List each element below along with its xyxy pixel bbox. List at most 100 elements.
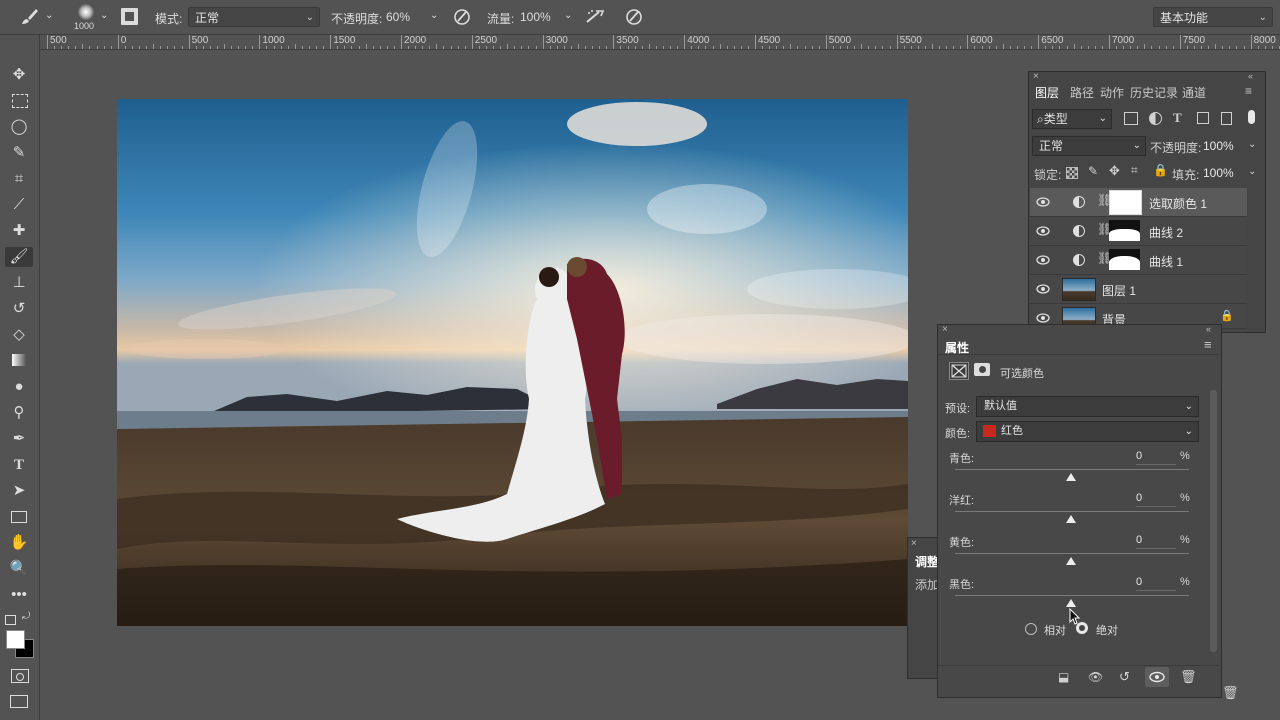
layer-mask-thumbnail[interactable]	[1109, 190, 1142, 215]
adjustment-properties-icon[interactable]	[949, 362, 969, 380]
eye-icon[interactable]	[1036, 311, 1050, 325]
eye-icon[interactable]	[1036, 224, 1050, 238]
blend-mode-select[interactable]: 正常 ⌄	[1032, 136, 1146, 156]
tool-preset-chevron-icon[interactable]: ⌄	[45, 10, 53, 21]
mask-properties-icon[interactable]	[974, 363, 990, 376]
filter-toggle-icon[interactable]	[1248, 110, 1255, 124]
relative-label[interactable]: 相对	[1044, 622, 1066, 638]
tab-actions[interactable]: 动作	[1100, 84, 1124, 101]
cyan-value-input[interactable]: 0	[1136, 450, 1176, 465]
brush-panel-toggle-icon[interactable]	[121, 8, 138, 25]
path-selection-tool-icon[interactable]: ➤	[9, 481, 29, 501]
magenta-slider-track[interactable]	[955, 511, 1189, 512]
eraser-tool-icon[interactable]: ◇	[9, 325, 29, 345]
brush-tool-icon[interactable]: 🖌	[5, 247, 33, 267]
filter-smartobject-icon[interactable]	[1221, 112, 1232, 125]
foreground-color-swatch[interactable]	[6, 630, 25, 649]
screen-mode-icon[interactable]	[10, 695, 28, 708]
layer-name[interactable]: 曲线 2	[1149, 224, 1183, 241]
layer-name[interactable]: 曲线 1	[1149, 253, 1183, 270]
opacity-chevron-icon[interactable]: ⌄	[430, 10, 438, 21]
yellow-slider-track[interactable]	[955, 553, 1189, 554]
panel-menu-icon[interactable]: ≡	[1245, 84, 1252, 98]
absolute-radio[interactable]	[1076, 622, 1088, 634]
zoom-tool-icon[interactable]: 🔍	[9, 559, 29, 579]
layer-name[interactable]: 选取颜色 1	[1149, 195, 1207, 212]
cyan-slider-track[interactable]	[955, 469, 1189, 470]
swap-colors-icon[interactable]: ⤾	[22, 611, 30, 622]
flow-chevron-icon[interactable]: ⌄	[564, 10, 572, 21]
mode-select[interactable]: 正常 ⌄	[188, 7, 320, 27]
delete-icon[interactable]: 🗑	[1180, 669, 1197, 685]
tab-paths[interactable]: 路径	[1070, 84, 1094, 101]
lock-transparency-icon[interactable]	[1066, 167, 1078, 179]
chevron-down-icon[interactable]: ⌄	[1248, 139, 1256, 150]
panel-menu-icon[interactable]: ≡	[1204, 337, 1212, 352]
brush-preset-picker[interactable]: 1000	[70, 2, 102, 32]
tab-history[interactable]: 历史记录	[1130, 84, 1178, 101]
magenta-value-input[interactable]: 0	[1136, 492, 1176, 507]
reset-icon[interactable]: ↺	[1119, 669, 1130, 685]
close-icon[interactable]: ×	[942, 324, 948, 335]
pressure-size-icon[interactable]	[624, 8, 644, 26]
layer-thumbnail[interactable]	[1062, 278, 1096, 301]
pen-tool-icon[interactable]: ✒	[9, 429, 29, 449]
marquee-tool-icon[interactable]	[9, 91, 29, 111]
absolute-label[interactable]: 绝对	[1096, 622, 1118, 638]
workspace-select[interactable]: 基本功能 ⌄	[1153, 7, 1273, 27]
more-tools-icon[interactable]: •••	[9, 585, 29, 605]
layer-filter-select[interactable]: ⌕类型 ⌄	[1032, 109, 1112, 129]
black-value-input[interactable]: 0	[1136, 576, 1176, 591]
document-canvas[interactable]	[117, 99, 908, 626]
filter-type-icon[interactable]: T	[1173, 110, 1182, 126]
quick-selection-tool-icon[interactable]: ✎	[9, 143, 29, 163]
cyan-slider-thumb[interactable]	[1066, 473, 1076, 481]
filter-pixel-icon[interactable]	[1124, 112, 1138, 125]
rectangle-tool-icon[interactable]	[9, 507, 29, 527]
collapse-panel-icon[interactable]: «	[1206, 324, 1211, 334]
layer-name[interactable]: 图层 1	[1102, 282, 1136, 299]
layer-row-layer-1[interactable]: 图层 1	[1030, 275, 1247, 304]
collapse-panel-icon[interactable]: «	[1248, 71, 1253, 81]
toggle-visibility-icon[interactable]	[1145, 667, 1169, 687]
default-colors-icon[interactable]	[5, 615, 16, 625]
airbrush-icon[interactable]	[584, 8, 606, 26]
layer-row-curves-1[interactable]: ⛓ 曲线 1	[1030, 246, 1247, 275]
lock-artboard-icon[interactable]: ⌗	[1131, 163, 1138, 178]
layers-delete-icon[interactable]: 🗑	[1222, 685, 1239, 701]
dodge-tool-icon[interactable]: ⚲	[9, 403, 29, 423]
close-icon[interactable]: ×	[911, 538, 917, 549]
hand-tool-icon[interactable]: ✋	[9, 533, 29, 553]
black-slider-track[interactable]	[955, 595, 1189, 596]
layer-row-curves-2[interactable]: ⛓ 曲线 2	[1030, 217, 1247, 246]
tab-layers[interactable]: 图层	[1035, 84, 1059, 101]
close-icon[interactable]: ×	[1033, 71, 1039, 82]
lock-position-icon[interactable]: ✥	[1109, 163, 1120, 179]
fill-value[interactable]: 100%	[1203, 166, 1234, 180]
yellow-slider-thumb[interactable]	[1066, 557, 1076, 565]
brush-preset-chevron-icon[interactable]: ⌄	[100, 10, 108, 21]
blur-tool-icon[interactable]: ●	[9, 377, 29, 397]
preset-select[interactable]: 默认值 ⌄	[976, 396, 1199, 417]
view-previous-state-icon[interactable]: 👁	[1088, 670, 1103, 684]
eye-icon[interactable]	[1036, 282, 1050, 296]
quick-mask-icon[interactable]	[11, 669, 29, 683]
opacity-value[interactable]: 60%	[386, 10, 410, 24]
type-tool-icon[interactable]: T	[9, 455, 29, 475]
lasso-tool-icon[interactable]: ◯	[9, 117, 29, 137]
filter-adjustment-icon[interactable]	[1149, 112, 1162, 125]
yellow-value-input[interactable]: 0	[1136, 534, 1176, 549]
magenta-slider-thumb[interactable]	[1066, 515, 1076, 523]
gradient-tool-icon[interactable]	[9, 351, 29, 371]
properties-scrollbar[interactable]	[1210, 390, 1217, 652]
eyedropper-tool-icon[interactable]: ⟋	[9, 195, 29, 215]
black-slider-thumb[interactable]	[1066, 599, 1076, 607]
pressure-opacity-icon[interactable]	[452, 8, 472, 26]
filter-shape-icon[interactable]	[1197, 112, 1209, 124]
clip-to-layer-icon[interactable]: ⬓	[1058, 670, 1069, 684]
brush-tool-icon[interactable]	[20, 8, 40, 26]
flow-value[interactable]: 100%	[520, 10, 551, 24]
relative-radio[interactable]	[1025, 623, 1037, 635]
chevron-down-icon[interactable]: ⌄	[1248, 166, 1256, 177]
eye-icon[interactable]	[1036, 253, 1050, 267]
